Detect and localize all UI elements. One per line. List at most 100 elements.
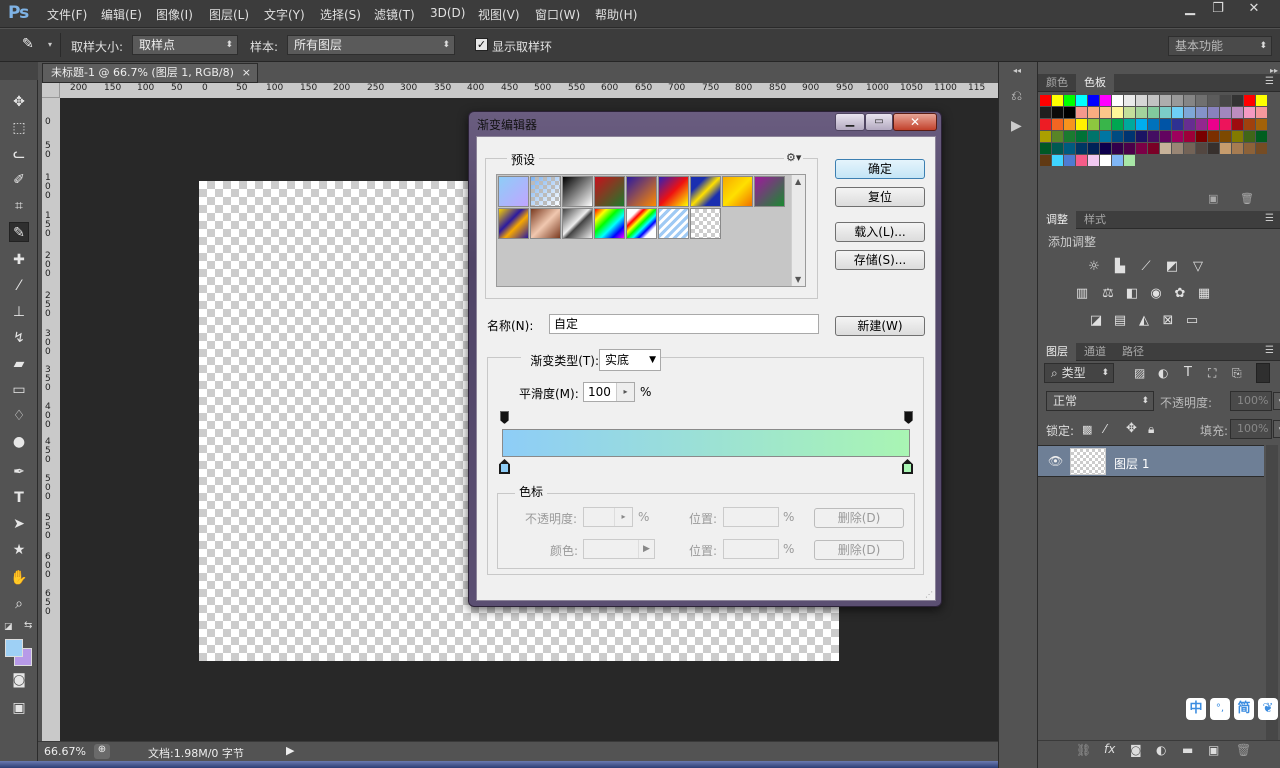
- preset-swatch[interactable]: [498, 208, 529, 239]
- ime-chinese-button[interactable]: 中: [1186, 698, 1206, 720]
- color-swatch[interactable]: [1136, 95, 1147, 106]
- color-swatch[interactable]: [1088, 143, 1099, 154]
- ime-skin-icon[interactable]: ❦: [1258, 698, 1278, 720]
- gradient-preview-bar[interactable]: [502, 429, 910, 457]
- new-layer-icon[interactable]: ▣: [1208, 743, 1219, 757]
- color-swatch[interactable]: [1256, 95, 1267, 106]
- menu-window[interactable]: 窗口(W): [535, 6, 580, 23]
- color-swatch[interactable]: [1052, 155, 1063, 166]
- blend-mode-select[interactable]: 正常 ⬍: [1046, 391, 1154, 411]
- color-swatch[interactable]: [1220, 107, 1231, 118]
- color-swatch[interactable]: [1076, 155, 1087, 166]
- color-swatch[interactable]: [1244, 131, 1255, 142]
- color-swatch[interactable]: [1244, 119, 1255, 130]
- delete-layer-icon[interactable]: 🗑: [1236, 743, 1251, 757]
- selective-color-icon[interactable]: ⊠: [1160, 313, 1176, 329]
- posterize-icon[interactable]: ▤: [1112, 313, 1128, 329]
- color-swatch[interactable]: [1148, 119, 1159, 130]
- color-swatch[interactable]: [1100, 155, 1111, 166]
- color-swatch[interactable]: [1220, 143, 1231, 154]
- path-selection-tool-icon[interactable]: ➤: [9, 514, 29, 534]
- eye-visibility-icon[interactable]: 👁︎: [1048, 454, 1063, 468]
- lock-position-icon[interactable]: ✥: [1126, 421, 1137, 436]
- color-swatch[interactable]: [1172, 131, 1183, 142]
- close-tab-icon[interactable]: ×: [242, 64, 251, 82]
- filter-pixel-icon[interactable]: ▨: [1134, 366, 1145, 380]
- menu-view[interactable]: 视图(V): [478, 6, 520, 23]
- fill-field[interactable]: 100% ▾: [1230, 419, 1280, 439]
- color-swatch[interactable]: [1256, 131, 1267, 142]
- color-swatch[interactable]: [1196, 131, 1207, 142]
- panel-menu-icon[interactable]: ☰: [1265, 76, 1274, 87]
- delete-opacity-stop-button[interactable]: 删除(D): [814, 508, 904, 528]
- color-swatch[interactable]: [1196, 119, 1207, 130]
- scroll-down-icon[interactable]: ▼: [795, 275, 801, 284]
- color-swatch[interactable]: [1112, 155, 1123, 166]
- color-swatch[interactable]: [1136, 143, 1147, 154]
- document-tab[interactable]: 未标题-1 @ 66.7% (图层 1, RGB/8) ×: [42, 63, 258, 83]
- swap-colors-icon[interactable]: ⇆: [24, 620, 32, 631]
- color-swatch[interactable]: [1244, 95, 1255, 106]
- delete-swatch-icon[interactable]: 🗑: [1240, 192, 1254, 205]
- preset-swatch[interactable]: [626, 208, 657, 239]
- layer-style-icon[interactable]: fx: [1104, 742, 1115, 756]
- presets-scrollbar[interactable]: ▲ ▼: [791, 175, 805, 286]
- ruler-origin[interactable]: [42, 83, 60, 98]
- eraser-tool-icon[interactable]: ▰: [9, 354, 29, 374]
- blur-tool-icon[interactable]: ♢: [9, 406, 29, 426]
- name-input[interactable]: 自定: [549, 314, 819, 334]
- photo-filter-icon[interactable]: ◉: [1148, 286, 1164, 302]
- color-swatch[interactable]: [1172, 119, 1183, 130]
- history-brush-tool-icon[interactable]: ↯: [9, 328, 29, 348]
- screen-mode-icon[interactable]: ▣: [9, 698, 29, 718]
- color-swatch[interactable]: [1244, 107, 1255, 118]
- color-swatch[interactable]: [1184, 107, 1195, 118]
- new-group-icon[interactable]: ▬: [1182, 743, 1193, 757]
- filter-type-icon[interactable]: T: [1184, 365, 1192, 380]
- preset-swatch[interactable]: [594, 208, 625, 239]
- color-swatch[interactable]: [1064, 95, 1075, 106]
- dialog-maximize-button[interactable]: ▭: [865, 113, 893, 131]
- color-swatch[interactable]: [1064, 131, 1075, 142]
- new-button[interactable]: 新建(W): [835, 316, 925, 336]
- pen-tool-icon[interactable]: ✒: [9, 462, 29, 482]
- color-swatch[interactable]: [1100, 119, 1111, 130]
- color-swatch[interactable]: [1208, 131, 1219, 142]
- smoothness-input[interactable]: 100 ▸: [583, 382, 635, 402]
- crop-tool-icon[interactable]: ⌗: [9, 196, 29, 216]
- layer-thumbnail[interactable]: [1070, 448, 1106, 475]
- color-swatch[interactable]: [1076, 131, 1087, 142]
- preset-swatch[interactable]: [626, 176, 657, 207]
- color-swatch[interactable]: [1244, 143, 1255, 154]
- hand-tool-icon[interactable]: ✋: [9, 568, 29, 588]
- stop-color-swatch[interactable]: ▶: [583, 539, 655, 559]
- color-swatch[interactable]: [1208, 143, 1219, 154]
- quick-select-tool-icon[interactable]: ✐: [9, 170, 29, 190]
- lock-transparent-icon[interactable]: ▩: [1082, 423, 1092, 436]
- threshold-icon[interactable]: ◭: [1136, 313, 1152, 329]
- ime-simplified-button[interactable]: 简: [1234, 698, 1254, 720]
- save-button[interactable]: 存储(S)...: [835, 250, 925, 270]
- color-swatch[interactable]: [1184, 119, 1195, 130]
- color-swatch[interactable]: [1184, 95, 1195, 106]
- color-swatch[interactable]: [1124, 131, 1135, 142]
- color-swatch[interactable]: [1052, 107, 1063, 118]
- lock-all-icon[interactable]: 🔒︎: [1148, 422, 1154, 437]
- color-swatch[interactable]: [1220, 119, 1231, 130]
- tab-paths[interactable]: 路径: [1114, 343, 1152, 361]
- gradient-map-icon[interactable]: ▭: [1184, 313, 1200, 329]
- color-swatch[interactable]: [1256, 107, 1267, 118]
- color-balance-icon[interactable]: ⚖: [1100, 286, 1116, 302]
- color-swatch[interactable]: [1232, 95, 1243, 106]
- color-swatch[interactable]: [1124, 155, 1135, 166]
- color-swatch[interactable]: [1112, 95, 1123, 106]
- panel-menu-icon[interactable]: ☰: [1265, 213, 1274, 224]
- share-icon[interactable]: ⊕: [94, 744, 110, 759]
- tab-styles[interactable]: 样式: [1076, 211, 1114, 229]
- layer-row[interactable]: 👁︎ 图层 1: [1038, 445, 1264, 477]
- channel-mixer-icon[interactable]: ✿: [1172, 286, 1188, 302]
- foreground-color-swatch[interactable]: [5, 639, 23, 657]
- color-swatch[interactable]: [1112, 131, 1123, 142]
- preset-swatch[interactable]: [594, 176, 625, 207]
- color-swatch[interactable]: [1124, 95, 1135, 106]
